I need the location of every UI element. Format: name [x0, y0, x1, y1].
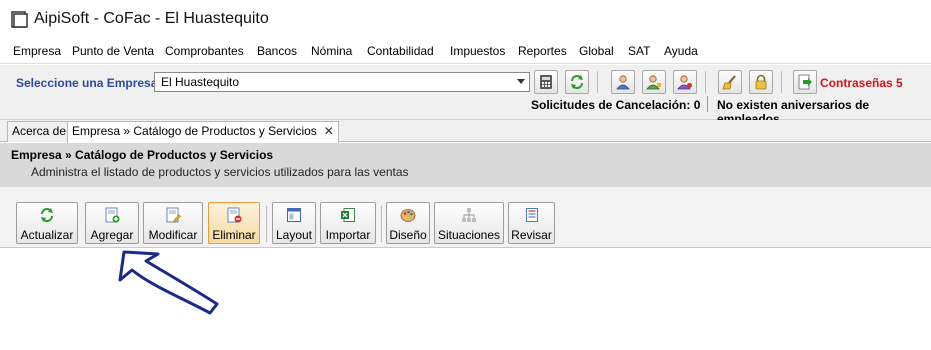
- company-toolbar: Seleccione una Empresa El Huastequito Co…: [0, 65, 931, 126]
- close-icon[interactable]: ✕: [324, 124, 334, 138]
- menu-empresa[interactable]: Empresa: [13, 44, 61, 58]
- refresh-catalog-button[interactable]: Actualizar: [16, 202, 78, 244]
- section-header: Empresa » Catálogo de Productos y Servic…: [0, 143, 931, 187]
- app-icon: [11, 11, 28, 28]
- button-label: Diseño: [389, 228, 427, 242]
- tab-label: Empresa » Catálogo de Productos y Servic…: [72, 124, 317, 138]
- review-button[interactable]: Revisar: [508, 202, 555, 244]
- window-title: AipiSoft - CoFac - El Huastequito: [34, 10, 269, 27]
- toolbar-separator: [266, 206, 267, 242]
- users-button[interactable]: [611, 70, 635, 94]
- menu-reportes[interactable]: Reportes: [518, 44, 567, 58]
- delete-button[interactable]: Eliminar: [208, 202, 260, 244]
- excel-icon: [341, 208, 355, 222]
- menu-impuestos[interactable]: Impuestos: [450, 44, 505, 58]
- calculator-button[interactable]: [534, 70, 558, 94]
- user-remove-icon: [677, 75, 692, 90]
- status-separator: [707, 96, 708, 112]
- button-label: Situaciones: [437, 228, 501, 242]
- menu-sat[interactable]: SAT: [628, 44, 650, 58]
- user-icon: [616, 75, 630, 90]
- menu-punto-de-venta[interactable]: Punto de Venta: [72, 44, 154, 58]
- company-select[interactable]: El Huastequito: [154, 72, 530, 92]
- edit-document-icon: [166, 207, 181, 223]
- section-title: Empresa » Catálogo de Productos y Servic…: [11, 148, 274, 162]
- toolbar-separator: [781, 71, 782, 93]
- user-remove-button[interactable]: [673, 70, 697, 94]
- passwords-label[interactable]: Contraseñas 5: [820, 76, 903, 90]
- menu-contabilidad[interactable]: Contabilidad: [367, 44, 434, 58]
- hierarchy-icon: [462, 208, 476, 222]
- tab-label: Acerca de: [12, 124, 67, 138]
- cancel-requests-status: Solicitudes de Cancelación: 0: [531, 98, 701, 112]
- company-label: Seleccione una Empresa: [16, 76, 158, 90]
- refresh-icon: [41, 208, 53, 222]
- action-toolbar: Actualizar Agregar Modificar Eliminar La…: [0, 187, 931, 248]
- company-select-value: El Huastequito: [161, 75, 240, 89]
- delete-document-icon: [227, 207, 242, 223]
- menu-bancos[interactable]: Bancos: [257, 44, 297, 58]
- title-bar: AipiSoft - CoFac - El Huastequito: [0, 0, 931, 40]
- toolbar-separator: [381, 206, 382, 242]
- situations-button[interactable]: Situaciones: [434, 202, 504, 244]
- broom-icon: [722, 75, 736, 90]
- menu-bar: Empresa Punto de Venta Comprobantes Banc…: [0, 40, 931, 64]
- tab-acerca-de[interactable]: Acerca de: [7, 121, 72, 142]
- modify-button[interactable]: Modificar: [143, 202, 203, 244]
- add-document-icon: [105, 207, 120, 223]
- lock-icon: [755, 74, 767, 90]
- tab-strip: Acerca de Empresa » Catálogo de Producto…: [0, 120, 931, 143]
- export-icon: [798, 74, 812, 90]
- menu-ayuda[interactable]: Ayuda: [664, 44, 698, 58]
- button-label: Importar: [325, 228, 371, 242]
- layout-icon: [287, 208, 301, 222]
- clean-button[interactable]: [718, 70, 742, 94]
- lock-button[interactable]: [749, 70, 773, 94]
- menu-nomina[interactable]: Nómina: [311, 44, 352, 58]
- layout-button[interactable]: Layout: [272, 202, 316, 244]
- calculator-icon: [540, 75, 552, 89]
- menu-global[interactable]: Global: [579, 44, 614, 58]
- button-label: Actualizar: [20, 228, 74, 242]
- add-button[interactable]: Agregar: [85, 202, 139, 244]
- toolbar-separator: [705, 71, 706, 93]
- button-label: Layout: [275, 228, 313, 242]
- menu-comprobantes[interactable]: Comprobantes: [165, 44, 244, 58]
- passwords-button[interactable]: [793, 70, 817, 94]
- import-button[interactable]: Importar: [320, 202, 376, 244]
- chevron-down-icon: [517, 79, 525, 84]
- palette-icon: [400, 209, 416, 222]
- tab-catalogo[interactable]: Empresa » Catálogo de Productos y Servic…: [67, 121, 339, 143]
- refresh-icon: [571, 75, 583, 89]
- design-button[interactable]: Diseño: [386, 202, 430, 244]
- button-label: Revisar: [511, 228, 552, 242]
- section-description: Administra el listado de productos y ser…: [31, 165, 409, 179]
- arrow-icon: [118, 250, 219, 315]
- user-edit-icon: [646, 75, 661, 90]
- user-edit-button[interactable]: [642, 70, 666, 94]
- refresh-button[interactable]: [565, 70, 589, 94]
- review-icon: [525, 208, 538, 222]
- toolbar-separator: [597, 71, 598, 93]
